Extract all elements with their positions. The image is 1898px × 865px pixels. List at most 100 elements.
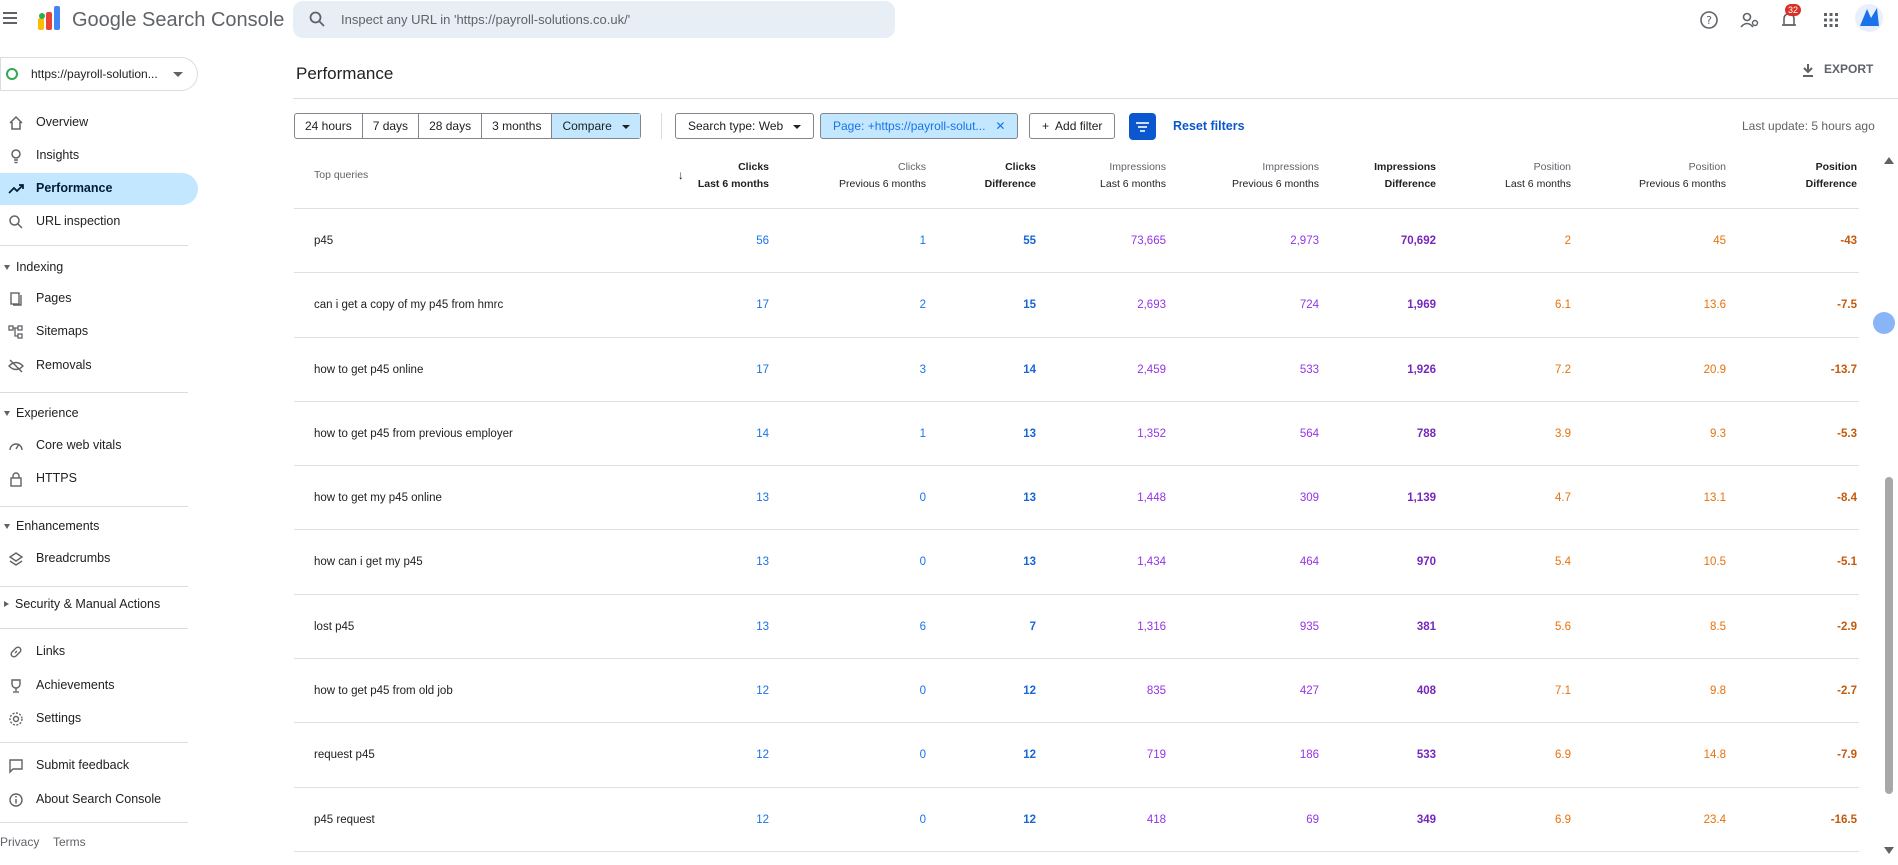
sidebar-item-label: Submit feedback: [36, 758, 130, 772]
close-icon[interactable]: ✕: [995, 119, 1005, 133]
search-type-filter[interactable]: Search type: Web: [675, 113, 815, 139]
table-row[interactable]: p45 56 1 55 73,665 2,973 70,692 2 45 -43: [294, 209, 1859, 274]
metric-cell: 10.5: [1703, 556, 1726, 569]
table-row[interactable]: can i get a copy of my p45 from hmrc 17 2 1…: [294, 273, 1859, 338]
table-row[interactable]: p45 request 12 0 12 418 69 349 6.9 23.4 -16.5: [294, 788, 1859, 852]
section-security[interactable]: Security & Manual Actions: [0, 597, 160, 611]
scroll-down-arrow[interactable]: [1884, 847, 1894, 854]
metric-cell: 13: [1023, 492, 1036, 505]
scroll-thumb[interactable]: [1885, 477, 1893, 794]
filter-settings-button[interactable]: [1129, 113, 1156, 140]
metric-cell: -7.9: [1837, 749, 1857, 762]
sidebar-item-insights[interactable]: Insights: [0, 140, 198, 172]
menu-icon[interactable]: [3, 12, 17, 24]
section-experience[interactable]: Experience: [0, 406, 79, 420]
sidebar-item-links[interactable]: Links: [0, 636, 198, 668]
table-row[interactable]: how can i get my p45 13 0 13 1,434 464 970 5.4 1…: [294, 530, 1859, 595]
column-header-queries[interactable]: Top queries: [314, 167, 368, 184]
sidebar-item-overview[interactable]: Overview: [0, 107, 198, 139]
table-row[interactable]: how to get p45 from previous employer 14 1…: [294, 402, 1859, 467]
help-icon[interactable]: ?: [1698, 9, 1720, 31]
sidebar-item-settings[interactable]: Settings: [0, 703, 198, 735]
sidebar-item-core-web-vitals[interactable]: Core web vitals: [0, 430, 198, 462]
property-selector[interactable]: https://payroll-solution...: [0, 57, 198, 91]
sidebar-item-sitemaps[interactable]: Sitemaps: [0, 316, 198, 348]
column-header-metric: Impressions: [1109, 161, 1166, 173]
date-range-7d[interactable]: 7 days: [363, 114, 420, 138]
layers-icon: [8, 552, 24, 566]
column-header[interactable]: Impressions Difference: [1374, 159, 1436, 193]
compare-dropdown[interactable]: Compare: [552, 114, 640, 138]
divider: [0, 742, 188, 743]
manage-users-icon[interactable]: [1738, 9, 1760, 31]
query-cell: how to get p45 online: [314, 363, 424, 376]
metric-cell: 533: [1299, 363, 1319, 376]
column-header[interactable]: Position Difference: [1806, 159, 1857, 193]
terms-link[interactable]: Terms: [53, 835, 86, 849]
table-row[interactable]: how to get p45 online 17 3 14 2,459 533 1,926 7…: [294, 338, 1859, 402]
sidebar-item-removals[interactable]: Removals: [0, 350, 198, 382]
metric-cell: 3: [919, 363, 926, 376]
sidebar-item-about[interactable]: About Search Console: [0, 784, 198, 816]
query-cell: how to get p45 from old job: [314, 685, 453, 698]
table-row[interactable]: lost p45 13 6 7 1,316 935 381 5.6 8.5 -2.9: [294, 595, 1859, 660]
metric-cell: -16.5: [1830, 813, 1857, 826]
metric-cell: 13: [1023, 556, 1036, 569]
date-range-3m[interactable]: 3 months: [482, 114, 553, 138]
metric-cell: 69: [1306, 813, 1319, 826]
divider: [0, 822, 188, 823]
column-header-period: Last 6 months: [697, 178, 769, 190]
column-header[interactable]: Clicks Difference: [985, 159, 1036, 193]
apps-grid-icon[interactable]: [1820, 9, 1842, 31]
header-divider: [293, 98, 1898, 99]
date-range-28d[interactable]: 28 days: [419, 114, 483, 138]
sidebar-item-performance[interactable]: Performance: [0, 173, 198, 205]
table-row[interactable]: how to get my p45 online 13 0 13 1,448 309 1,1…: [294, 466, 1859, 531]
metric-cell: 186: [1299, 749, 1319, 762]
section-enhancements[interactable]: Enhancements: [0, 519, 99, 533]
sidebar-item-https[interactable]: HTTPS: [0, 463, 198, 495]
export-button[interactable]: EXPORT: [1800, 62, 1873, 78]
metric-cell: 17: [756, 363, 769, 376]
query-cell: p45: [314, 235, 334, 247]
metric-cell: 12: [1023, 685, 1036, 698]
avatar[interactable]: [1855, 4, 1883, 32]
sidebar-item-pages[interactable]: Pages: [0, 283, 198, 315]
date-range-24h[interactable]: 24 hours: [295, 114, 363, 138]
url-inspection-search[interactable]: Inspect any URL in 'https://payroll-solu…: [293, 1, 895, 38]
sidebar-item-url-inspection[interactable]: URL inspection: [0, 206, 198, 238]
scroll-up-arrow[interactable]: [1884, 157, 1894, 164]
divider: [0, 628, 188, 629]
metric-cell: 418: [1146, 813, 1166, 826]
divider: [0, 392, 188, 393]
property-status-icon: [6, 68, 18, 80]
table-row[interactable]: request p45 12 0 12 719 186 533 6.9 14.8 -7.9: [294, 723, 1859, 788]
sitemap-icon: [8, 325, 23, 339]
sidebar-item-submit-feedback[interactable]: Submit feedback: [0, 750, 198, 782]
table-row[interactable]: how to get p45 from old job 12 0 12 835 427 40…: [294, 659, 1859, 724]
sidebar-item-label: Breadcrumbs: [36, 551, 111, 565]
page-filter-chip[interactable]: Page: +https://payroll-solut... ✕: [820, 113, 1019, 139]
column-header[interactable]: ↓ Clicks Last 6 months: [678, 159, 769, 193]
collapse-icon: [4, 410, 10, 416]
metric-cell: 564: [1299, 427, 1319, 440]
column-header[interactable]: Position Previous 6 months: [1639, 159, 1726, 193]
metric-cell: 1: [919, 235, 926, 247]
app-title: Google Search Console: [72, 9, 285, 31]
filter-icon: [1136, 122, 1149, 132]
add-filter-button[interactable]: + Add filter: [1029, 113, 1116, 139]
column-header[interactable]: Impressions Previous 6 months: [1232, 159, 1319, 193]
metric-cell: 13: [756, 492, 769, 505]
sidebar-item-achievements[interactable]: Achievements: [0, 670, 198, 702]
column-header[interactable]: Impressions Last 6 months: [1100, 159, 1166, 193]
translate-icon[interactable]: [1873, 312, 1895, 334]
table-scrollbar[interactable]: [1884, 157, 1894, 857]
column-header[interactable]: Position Last 6 months: [1505, 159, 1571, 193]
reset-filters-link[interactable]: Reset filters: [1173, 119, 1245, 133]
sidebar-item-label: Pages: [36, 291, 72, 305]
privacy-link[interactable]: Privacy: [0, 835, 39, 849]
column-header-period: Difference: [984, 178, 1036, 190]
column-header[interactable]: Clicks Previous 6 months: [839, 159, 926, 193]
section-indexing[interactable]: Indexing: [0, 260, 63, 274]
sidebar-item-breadcrumbs[interactable]: Breadcrumbs: [0, 543, 198, 575]
